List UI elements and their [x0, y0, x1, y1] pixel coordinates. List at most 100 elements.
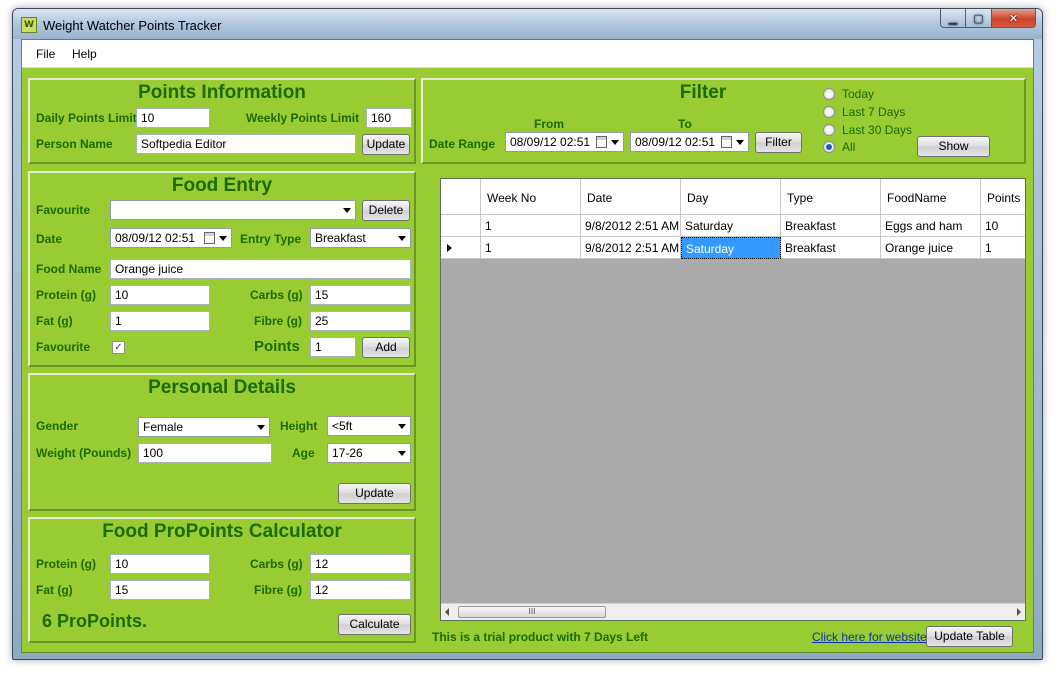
favourite-dropdown[interactable] — [110, 200, 356, 220]
age-dropdown[interactable]: 17-26 — [327, 443, 411, 463]
entry-type-label: Entry Type — [240, 232, 302, 246]
carbs-label: Carbs (g) — [250, 288, 303, 302]
daily-points-input[interactable]: 10 — [136, 108, 210, 128]
column-header[interactable]: Date — [581, 179, 681, 215]
height-label: Height — [280, 419, 318, 433]
to-date-value: 08/09/12 02:51 — [635, 135, 716, 149]
table-cell[interactable]: 9/8/2012 2:51 AM — [581, 215, 681, 237]
radio-last-7-days[interactable]: Last 7 Days — [823, 105, 905, 119]
height-value: <5ft — [332, 419, 353, 433]
table-cell[interactable]: 9/8/2012 2:51 AM — [581, 237, 681, 259]
calc-protein-input[interactable]: 10 — [110, 554, 210, 574]
date-value: 08/09/12 02:51 — [115, 231, 196, 245]
radio-all[interactable]: All — [823, 140, 855, 154]
calc-protein-label: Protein (g) — [36, 557, 96, 571]
column-header[interactable]: Type — [781, 179, 881, 215]
gender-dropdown[interactable]: Female — [138, 417, 270, 437]
column-header[interactable]: Day — [681, 179, 781, 215]
chevron-down-icon — [219, 236, 227, 241]
delete-button[interactable]: Delete — [362, 200, 410, 221]
maximize-icon: ▢ — [973, 11, 984, 25]
to-date-picker[interactable]: 08/09/12 02:51 — [630, 132, 749, 152]
fat-label: Fat (g) — [36, 314, 73, 328]
person-name-input[interactable]: Softpedia Editor — [136, 134, 356, 154]
column-header[interactable]: Points — [981, 179, 1025, 215]
table-cell[interactable]: 10 — [981, 215, 1025, 237]
scroll-left-icon[interactable] — [445, 608, 449, 616]
calc-fat-input[interactable]: 15 — [110, 580, 210, 600]
fat-input[interactable]: 1 — [110, 311, 210, 331]
chevron-down-icon — [257, 425, 265, 430]
person-name-label: Person Name — [36, 137, 113, 151]
window-controls: ▁ ▢ ✕ — [940, 9, 1036, 29]
points-input[interactable]: 1 — [310, 337, 356, 357]
points-update-button[interactable]: Update — [362, 134, 410, 155]
calendar-icon — [721, 136, 732, 148]
date-picker[interactable]: 08/09/12 02:51 — [110, 228, 232, 248]
checkmark-icon: ✓ — [114, 342, 123, 353]
points-label: Points — [254, 338, 300, 355]
calendar-icon — [596, 136, 607, 148]
title-bar[interactable]: W Weight Watcher Points Tracker ▁ ▢ ✕ — [13, 9, 1042, 39]
website-link[interactable]: Click here for website — [812, 630, 927, 644]
row-header[interactable] — [441, 215, 481, 237]
carbs-input[interactable]: 15 — [310, 285, 411, 305]
table-cell[interactable]: Breakfast — [781, 215, 881, 237]
row-header-current[interactable] — [441, 237, 481, 259]
weekly-points-input[interactable]: 160 — [366, 108, 412, 128]
close-icon: ✕ — [1008, 11, 1019, 25]
favourite-checkbox[interactable]: ✓ — [112, 341, 125, 354]
calc-fibre-input[interactable]: 12 — [310, 580, 411, 600]
table-cell[interactable]: Eggs and ham — [881, 215, 981, 237]
table-cell[interactable]: 1 — [481, 237, 581, 259]
table-cell[interactable]: Saturday — [681, 215, 781, 237]
column-header[interactable]: FoodName — [881, 179, 981, 215]
column-header[interactable]: Week No — [481, 179, 581, 215]
personal-details-title: Personal Details — [148, 377, 296, 398]
height-dropdown[interactable]: <5ft — [327, 416, 411, 436]
calculator-title: Food ProPoints Calculator — [102, 521, 342, 542]
menu-bar: File Help — [22, 40, 1033, 68]
minimize-button[interactable]: ▁ — [940, 9, 966, 28]
app-window: W Weight Watcher Points Tracker ▁ ▢ ✕ Fi… — [12, 8, 1043, 660]
personal-details-panel: Personal Details Gender Female Height <5… — [28, 373, 416, 511]
close-button[interactable]: ✕ — [992, 9, 1036, 28]
protein-input[interactable]: 10 — [110, 285, 210, 305]
date-label: Date — [36, 232, 63, 246]
scroll-right-icon[interactable] — [1017, 608, 1021, 616]
table-cell[interactable]: 1 — [981, 237, 1025, 259]
update-table-button[interactable]: Update Table — [926, 626, 1013, 647]
from-date-picker[interactable]: 08/09/12 02:51 — [505, 132, 624, 152]
radio-today-label: Today — [842, 87, 875, 101]
radio-last-30-days[interactable]: Last 30 Days — [823, 123, 912, 137]
filter-panel: Filter From To Date Range 08/09/12 02:51… — [421, 78, 1026, 164]
horizontal-scrollbar[interactable]: III — [441, 603, 1025, 620]
menu-file[interactable]: File — [36, 47, 55, 61]
radio-today[interactable]: Today — [823, 87, 874, 101]
table-cell[interactable]: Breakfast — [781, 237, 881, 259]
add-button[interactable]: Add — [362, 337, 410, 358]
food-entry-panel: Food Entry Favourite Delete Date 08/09/1… — [28, 171, 416, 367]
food-name-input[interactable]: Orange juice — [110, 259, 411, 279]
weight-input[interactable]: 100 — [138, 443, 272, 463]
scroll-thumb[interactable]: III — [458, 606, 606, 618]
calculate-button[interactable]: Calculate — [338, 614, 411, 635]
chevron-down-icon — [398, 236, 406, 241]
calc-carbs-input[interactable]: 12 — [310, 554, 411, 574]
table-cell[interactable]: 1 — [481, 215, 581, 237]
filter-button[interactable]: Filter — [755, 132, 802, 153]
maximize-button[interactable]: ▢ — [966, 9, 992, 28]
personal-update-button[interactable]: Update — [338, 483, 411, 504]
from-date-value: 08/09/12 02:51 — [510, 135, 591, 149]
food-name-label: Food Name — [36, 262, 102, 276]
entry-type-dropdown[interactable]: Breakfast — [310, 228, 411, 248]
table-cell[interactable]: Orange juice — [881, 237, 981, 259]
table-cell-selected[interactable]: Saturday — [681, 237, 781, 259]
fibre-input[interactable]: 25 — [310, 311, 411, 331]
show-button[interactable]: Show — [917, 136, 990, 157]
radio-last-30-days-label: Last 30 Days — [842, 123, 913, 137]
menu-help[interactable]: Help — [72, 47, 97, 61]
propoints-result: 6 ProPoints. — [42, 611, 148, 631]
daily-points-label: Daily Points Limit — [36, 111, 137, 125]
data-grid[interactable]: Week No Date Day Type FoodName Points 1 … — [440, 178, 1026, 621]
